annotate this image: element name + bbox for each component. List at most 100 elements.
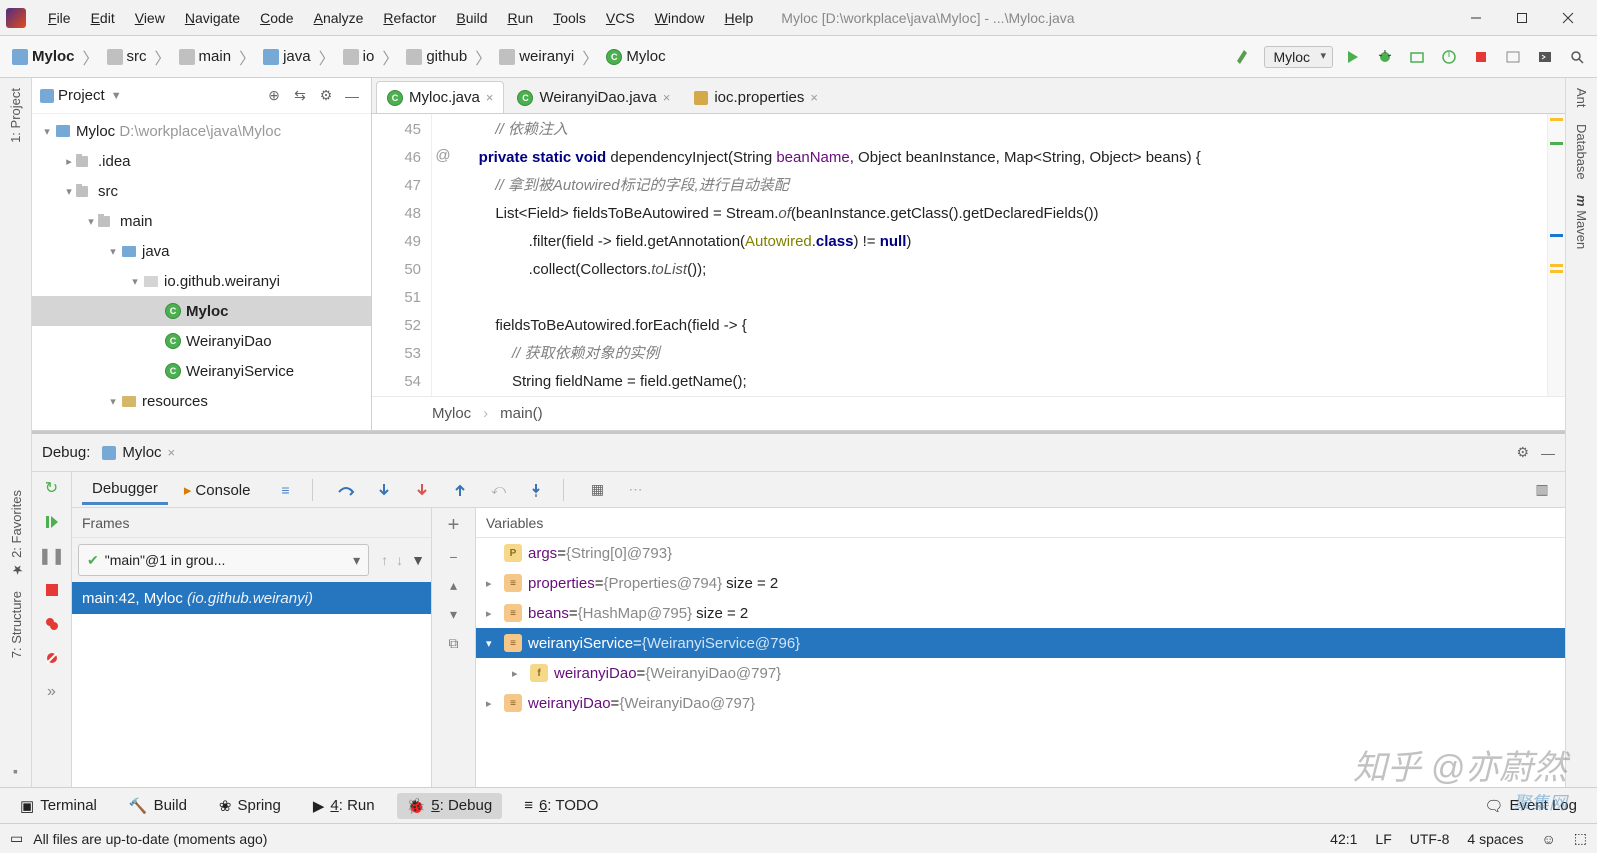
remove-watch-icon[interactable]: −: [449, 549, 457, 565]
stop-icon[interactable]: [40, 578, 64, 602]
tree-node[interactable]: ▾Myloc D:\workplace\java\Myloc: [32, 116, 371, 146]
menu-window[interactable]: Window: [645, 10, 715, 26]
coverage-button[interactable]: [1405, 45, 1429, 69]
next-frame-icon[interactable]: ↓: [396, 552, 403, 568]
menu-analyze[interactable]: Analyze: [304, 10, 374, 26]
debug-settings-icon[interactable]: ⚙: [1516, 444, 1529, 461]
threads-view-icon[interactable]: ≡: [272, 477, 298, 503]
maven-tab[interactable]: m Maven: [1572, 187, 1591, 257]
frames-list[interactable]: main:42, Myloc (io.github.weiranyi): [72, 582, 431, 787]
editor-tab[interactable]: ioc.properties×: [683, 81, 829, 113]
hide-icon[interactable]: —: [341, 85, 363, 107]
search-everywhere-icon[interactable]: [1565, 45, 1589, 69]
debug-config-tab[interactable]: Myloc ×: [102, 444, 175, 461]
step-out-icon[interactable]: [447, 477, 473, 503]
line-separator[interactable]: LF: [1375, 831, 1391, 847]
update-app-icon[interactable]: [1501, 45, 1525, 69]
ant-tab[interactable]: Ant: [1572, 80, 1591, 116]
prev-frame-icon[interactable]: ↑: [381, 552, 388, 568]
step-over-icon[interactable]: [333, 477, 359, 503]
tree-node[interactable]: ▾io.github.weiranyi: [32, 266, 371, 296]
thread-selector[interactable]: ✔ "main"@1 in grou...: [78, 544, 369, 576]
layout-settings-icon[interactable]: ▥: [1529, 477, 1555, 503]
stop-button[interactable]: [1469, 45, 1493, 69]
breadcrumb-item[interactable]: weiranyi: [495, 46, 578, 67]
trace-icon[interactable]: ⋯: [622, 477, 648, 503]
menu-help[interactable]: Help: [714, 10, 763, 26]
tree-node[interactable]: ▾src: [32, 176, 371, 206]
project-tree[interactable]: ▾Myloc D:\workplace\java\Myloc▸.idea▾src…: [32, 114, 371, 430]
variable-node[interactable]: ▸fweiranyiDao = {WeiranyiDao@797}: [476, 658, 1565, 688]
event-log-tab[interactable]: 🗨Event Log: [1474, 793, 1587, 819]
project-view-dropdown-icon[interactable]: ▼: [111, 90, 122, 102]
menu-run[interactable]: Run: [497, 10, 543, 26]
structure-tab[interactable]: 7: Structure: [9, 591, 24, 658]
tree-node[interactable]: ▾main: [32, 206, 371, 236]
variable-node[interactable]: ▸≡properties = {Properties@794} size = 2: [476, 568, 1565, 598]
menu-build[interactable]: Build: [446, 10, 497, 26]
resume-icon[interactable]: [40, 510, 64, 534]
stack-frame[interactable]: main:42, Myloc (io.github.weiranyi): [72, 582, 431, 614]
editor-marker-bar[interactable]: [1547, 114, 1565, 396]
variable-node[interactable]: ▾≡weiranyiService = {WeiranyiService@796…: [476, 628, 1565, 658]
menu-file[interactable]: File: [38, 10, 81, 26]
code-editor[interactable]: 45464748495051525354 @ // 依赖注入 private s…: [372, 114, 1565, 396]
project-title[interactable]: Project: [58, 87, 105, 104]
console-tab[interactable]: ▸Console: [174, 476, 261, 504]
minimize-button[interactable]: [1453, 0, 1499, 36]
expand-all-icon[interactable]: ⇆: [289, 85, 311, 107]
more-icon[interactable]: »: [40, 680, 64, 704]
menu-code[interactable]: Code: [250, 10, 303, 26]
profile-button[interactable]: [1437, 45, 1461, 69]
tool-tab-build[interactable]: 🔨Build: [119, 793, 197, 819]
drop-frame-icon[interactable]: ⤺: [485, 477, 511, 503]
tree-node[interactable]: ▾resources: [32, 386, 371, 416]
tree-node[interactable]: Myloc: [32, 296, 371, 326]
indent-setting[interactable]: 4 spaces: [1467, 831, 1523, 847]
close-button[interactable]: [1545, 0, 1591, 36]
menu-tools[interactable]: Tools: [543, 10, 596, 26]
status-icon[interactable]: ▭: [10, 830, 23, 847]
close-tab-icon[interactable]: ×: [486, 90, 494, 105]
editor-breadcrumbs[interactable]: Myloc›main(): [372, 396, 1565, 430]
database-tab[interactable]: Database: [1572, 116, 1591, 188]
menu-edit[interactable]: Edit: [81, 10, 125, 26]
tree-node[interactable]: ▸.idea: [32, 146, 371, 176]
variable-node[interactable]: ▸≡weiranyiDao = {WeiranyiDao@797}: [476, 688, 1565, 718]
debug-button[interactable]: [1373, 45, 1397, 69]
inspections-icon[interactable]: ☺: [1541, 831, 1555, 847]
close-tab-icon[interactable]: ×: [168, 445, 176, 460]
tool-tab-todo[interactable]: ≡6: TODO: [514, 793, 608, 818]
run-anything-icon[interactable]: [1533, 45, 1557, 69]
debugger-tab[interactable]: Debugger: [82, 475, 168, 505]
run-config-selector[interactable]: Myloc: [1264, 46, 1333, 68]
editor-tab[interactable]: WeiranyiDao.java×: [506, 81, 681, 113]
tool-tab-terminal[interactable]: ▣Terminal: [10, 793, 107, 819]
gutter-overflow-icon[interactable]: ▪: [13, 763, 18, 779]
force-step-into-icon[interactable]: [409, 477, 435, 503]
tree-node[interactable]: WeiranyiDao: [32, 326, 371, 356]
maximize-button[interactable]: [1499, 0, 1545, 36]
build-project-icon[interactable]: [1232, 45, 1256, 69]
tree-node[interactable]: WeiranyiService: [32, 356, 371, 386]
breadcrumb-item[interactable]: Myloc: [8, 46, 79, 67]
tree-node[interactable]: ▾java: [32, 236, 371, 266]
variables-tree[interactable]: Pargs = {String[0]@793}▸≡properties = {P…: [476, 538, 1565, 787]
memory-icon[interactable]: ⬚: [1574, 830, 1587, 847]
run-button[interactable]: [1341, 45, 1365, 69]
breadcrumb-item[interactable]: src: [103, 46, 151, 67]
project-tool-tab[interactable]: 1: Project: [6, 80, 25, 151]
settings-icon[interactable]: ⚙: [315, 85, 337, 107]
breadcrumb-item[interactable]: io: [339, 46, 379, 67]
close-tab-icon[interactable]: ×: [810, 90, 818, 105]
caret-position[interactable]: 42:1: [1330, 831, 1357, 847]
view-breakpoints-icon[interactable]: [40, 612, 64, 636]
tool-tab-spring[interactable]: ❀Spring: [209, 793, 291, 819]
tool-tab-run[interactable]: ▶4: Run: [303, 793, 385, 819]
down-icon[interactable]: ▾: [450, 606, 457, 623]
breadcrumb-item[interactable]: github: [402, 46, 471, 67]
favorites-tab[interactable]: ★ 2: Favorites: [9, 490, 24, 577]
locate-icon[interactable]: ⊕: [263, 85, 285, 107]
pause-icon[interactable]: ❚❚: [40, 544, 64, 568]
filter-frames-icon[interactable]: ▼: [411, 552, 425, 568]
